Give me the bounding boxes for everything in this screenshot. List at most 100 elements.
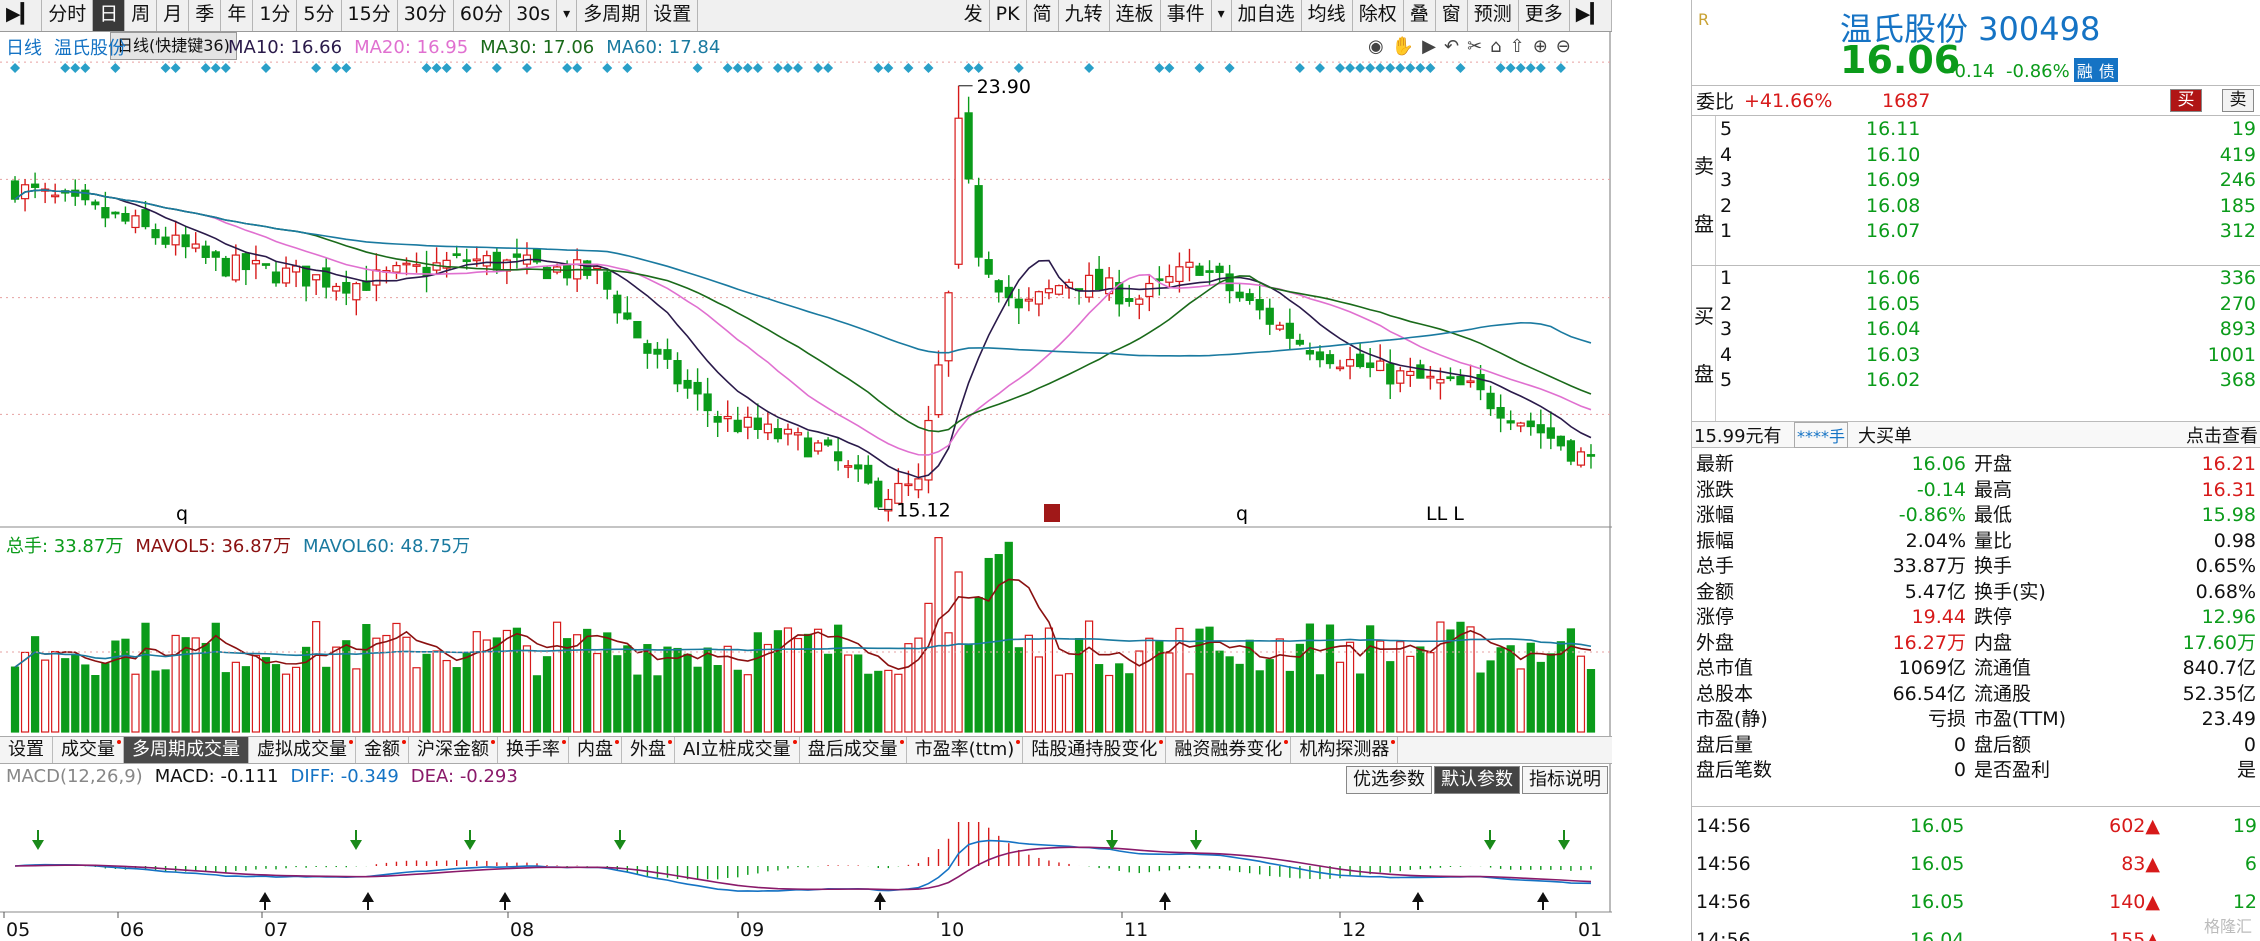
indicator-tab-6[interactable]: 换手率	[498, 737, 569, 763]
tool-5[interactable]: 事件	[1161, 0, 1212, 31]
indicator-tab-12[interactable]: 陆股通持股变化	[1023, 737, 1167, 763]
period-11[interactable]: 30s	[510, 0, 558, 31]
candle-body	[1456, 375, 1465, 386]
tool-3[interactable]: 九转	[1059, 0, 1110, 31]
indicator-help-button[interactable]: 指标说明	[1522, 766, 1608, 794]
tool-0[interactable]: 发	[958, 0, 990, 31]
collapse-panel-icon[interactable]: ▶▎	[1570, 0, 1612, 31]
bids-row[interactable]: 3 16.04 893	[1716, 317, 2260, 343]
period-0[interactable]: 分时	[42, 0, 94, 31]
indicator-tab-0[interactable]: 设置	[0, 737, 53, 763]
pin-icon[interactable]: ⇧	[1510, 36, 1525, 57]
tool-9[interactable]: 叠	[1404, 0, 1436, 31]
indicator-tab-13[interactable]: 融资融券变化	[1166, 737, 1292, 763]
bids-row[interactable]: 5 16.02 368	[1716, 368, 2260, 394]
stat-key: 市盈(静)	[1696, 708, 1768, 730]
indicator-tab-1[interactable]: 成交量	[53, 737, 124, 763]
tool-7[interactable]: 均线	[1302, 0, 1353, 31]
tape-view-link[interactable]: 点击查看	[2186, 422, 2258, 448]
volume-bar	[733, 669, 742, 733]
bids-row[interactable]: 2 16.05 270	[1716, 292, 2260, 318]
asks-row[interactable]: 4 16.10 419	[1716, 143, 2260, 169]
asks-row[interactable]: 2 16.08 185	[1716, 194, 2260, 220]
kline-chart[interactable]: 23.9015.12qqLL L24.3921.9619.5117.092055…	[0, 32, 1612, 941]
indicator-tab-10[interactable]: 盘后成交量	[800, 737, 907, 763]
optimal-params-button[interactable]: 优选参数	[1346, 766, 1432, 794]
period-10[interactable]: 60分	[454, 0, 511, 31]
stat-key: 最低	[1974, 504, 2013, 526]
volume-bar	[1325, 624, 1335, 733]
scissors-icon[interactable]: ✂	[1467, 36, 1482, 57]
volume-bar	[984, 557, 993, 733]
x-axis-label: 12	[1342, 919, 1366, 941]
candle-body	[221, 257, 230, 277]
indicator-tab-2[interactable]: 多周期成交量	[124, 737, 249, 763]
tick-volume: 155▲	[2072, 921, 2160, 941]
period-1[interactable]: 日	[93, 0, 126, 31]
tool-8[interactable]: 除权	[1353, 0, 1404, 31]
period-dropdown-icon[interactable]: ▾	[557, 0, 578, 31]
asks-level: 4	[1720, 143, 1733, 166]
default-params-button[interactable]: 默认参数	[1434, 766, 1520, 794]
tool-11[interactable]: 预测	[1468, 0, 1519, 31]
tool-12[interactable]: 更多	[1519, 0, 1570, 31]
play-icon[interactable]: ▶	[1422, 36, 1436, 57]
asks-row[interactable]: 3 16.09 246	[1716, 168, 2260, 194]
eye-icon[interactable]: ◉	[1368, 36, 1384, 57]
indicator-tab-8[interactable]: 外盘	[622, 737, 675, 763]
tick-volume: 83▲	[2072, 845, 2160, 883]
period-4[interactable]: 季	[189, 0, 222, 31]
lock-icon[interactable]: ⌂	[1490, 36, 1501, 57]
indicator-tab-3[interactable]: 虚拟成交量	[249, 737, 356, 763]
indicator-tab-11[interactable]: 市盈率(ttm)	[907, 737, 1024, 763]
zoom-in-icon[interactable]: ⊕	[1533, 36, 1548, 57]
indicator-tab-5[interactable]: 沪深金额	[409, 737, 498, 763]
period-2[interactable]: 周	[125, 0, 158, 31]
toolbar-extra-0[interactable]: 多周期	[577, 0, 648, 31]
zoom-out-icon[interactable]: ⊖	[1556, 36, 1571, 57]
bids-row[interactable]: 1 16.06 336	[1716, 266, 2260, 292]
indicator-tab-4[interactable]: 金额	[356, 737, 409, 763]
tool-1[interactable]: PK	[990, 0, 1027, 31]
stat-key: 盘后额	[1974, 733, 2032, 756]
candle-body	[954, 117, 963, 265]
tick-volume-text: 155	[2109, 929, 2146, 941]
candle-body	[1566, 440, 1576, 462]
volume-bar	[793, 637, 803, 733]
bid-side-char-1: 买	[1694, 304, 1714, 328]
undo-icon[interactable]: ↶	[1444, 36, 1459, 57]
tool-10[interactable]: 窗	[1436, 0, 1468, 31]
period-6[interactable]: 1分	[253, 0, 298, 31]
toolbar-menu-icon[interactable]: ▶▎	[0, 0, 43, 31]
buy-button[interactable]: 买	[2170, 89, 2202, 112]
candle-body	[613, 294, 622, 314]
ask-side-label: 卖盘	[1692, 116, 1716, 265]
period-3[interactable]: 月	[157, 0, 190, 31]
period-9[interactable]: 30分	[398, 0, 454, 31]
asks-row[interactable]: 5 16.11 19	[1716, 117, 2260, 143]
event-dropdown-icon[interactable]: ▾	[1212, 0, 1232, 31]
tool-2[interactable]: 简	[1027, 0, 1059, 31]
candle-body	[111, 211, 120, 215]
period-7[interactable]: 5分	[297, 0, 342, 31]
tool-6[interactable]: 加自选	[1232, 0, 1302, 31]
indicator-tab-14[interactable]: 机构探测器	[1291, 737, 1399, 763]
sell-button[interactable]: 卖	[2222, 89, 2254, 112]
volume-bar	[743, 674, 752, 733]
earnings-icon	[1044, 504, 1060, 522]
period-8[interactable]: 15分	[342, 0, 398, 31]
tool-4[interactable]: 连板	[1110, 0, 1161, 31]
indicator-tab-9[interactable]: AI立桩成交量	[675, 737, 800, 763]
candle-body	[412, 264, 421, 267]
toolbar-extra-1[interactable]: 设置	[647, 0, 699, 31]
stat-value: 840.7亿	[2182, 657, 2256, 679]
candle-body	[633, 320, 642, 339]
bids-row[interactable]: 4 16.03 1001	[1716, 343, 2260, 369]
indicator-tab-7[interactable]: 内盘	[569, 737, 622, 763]
period-5[interactable]: 年	[221, 0, 254, 31]
asks-row[interactable]: 1 16.07 312	[1716, 219, 2260, 245]
candle-body	[1095, 268, 1104, 290]
hand-icon[interactable]: ✋	[1392, 36, 1414, 57]
price-change: -0.14 -0.86% 融债	[1948, 58, 2118, 82]
volume-bar	[763, 643, 772, 733]
